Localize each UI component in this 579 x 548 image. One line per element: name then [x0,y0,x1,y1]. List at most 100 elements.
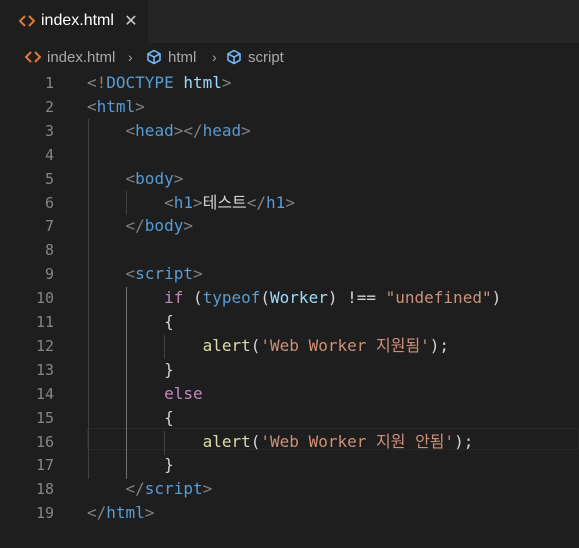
code-token: else [164,383,203,403]
breadcrumb-label: index.html [47,48,116,66]
code-token: { [164,407,174,427]
code-line[interactable]: } [87,453,174,477]
breadcrumb-label: html [168,48,197,66]
line-number: 3 [44,121,54,140]
code-token: </ [125,216,145,236]
code-line[interactable]: if (typeof(Worker) !== "undefined") [87,286,501,310]
tab-index-html[interactable]: index.html ✕ [0,0,148,43]
line-number: 16 [35,432,54,451]
code-token: > [192,264,203,284]
code-token: < [125,120,136,140]
line-number: 10 [35,289,54,308]
chevron-right-icon: › [212,49,217,65]
line-number: 6 [44,193,54,212]
html-icon [18,13,36,29]
code-token: ); [454,431,474,451]
code-token: <! [87,73,107,92]
code-token: > [221,73,232,92]
tab-label: index.html [41,12,114,29]
line-number: 9 [44,265,54,284]
code-line[interactable]: alert('Web Worker 지원 안됨'); [87,430,474,454]
chevron-right-icon: › [128,49,133,65]
html-icon [25,51,41,63]
breadcrumb-item-script[interactable]: script [226,47,284,67]
line-number: 4 [44,145,54,164]
code-token: head [135,120,174,140]
code-token: < [125,264,136,284]
code-token: body [135,168,174,188]
code-token: Worker [270,288,328,308]
code-line[interactable]: <head></head> [87,119,251,143]
code-line[interactable]: alert('Web Worker 지원됨'); [87,334,449,358]
code-token: ); [429,335,450,355]
code-token: 테스트 [202,192,247,212]
line-number: 11 [35,313,54,331]
breadcrumb-item-file[interactable]: index.html [25,47,115,67]
code-token: ) [491,288,502,308]
symbol-structure-icon [147,49,161,65]
code-token: head [202,120,242,140]
code-line[interactable]: </body> [87,214,193,238]
code-token: h1 [266,192,286,212]
code-token: < [164,192,174,212]
line-number: 14 [35,384,54,403]
code-token: html [96,96,136,116]
line-number: 12 [35,336,54,355]
line-number: 13 [35,360,54,379]
breadcrumb-label: script [248,48,284,66]
breadcrumb-item-html[interactable]: html [146,47,196,67]
line-number: 19 [35,504,54,523]
code-token: ( [260,288,271,308]
code-line[interactable]: { [87,406,174,430]
line-number: 1 [44,74,54,92]
code-token: </ [87,503,107,523]
code-editor[interactable]: 1 2 3 4 5 6 7 8 9 10 11 12 13 14 15 16 17 18 19 <!DOCTYPE … [0,71,579,548]
code-token: 'Web Worker 지원 안됨' [260,431,455,451]
close-icon[interactable]: ✕ [124,12,138,30]
code-token: html [106,503,145,523]
code-line[interactable]: } [87,358,174,382]
code-token: DOCTYPE [106,73,174,92]
code-line[interactable]: <h1>테스트</h1> [87,191,295,215]
code-token: ( [250,431,261,451]
code-token: > [202,479,213,499]
code-line[interactable]: <!DOCTYPE html> [87,71,232,95]
editor-window: index.html ✕ index.html › html › script … [0,0,579,548]
line-number: 2 [44,97,54,116]
code-area[interactable]: <!DOCTYPE html> <html> <head></head> <bod… [87,71,579,548]
code-token: > [192,192,203,212]
line-number: 18 [35,480,54,499]
line-number: 17 [35,456,54,475]
code-line[interactable]: <script> [87,262,203,286]
code-token: < [87,96,97,116]
code-line[interactable]: <html> [87,95,145,119]
code-token: script [144,479,203,499]
code-token: > [173,168,184,188]
code-line[interactable]: </script> [87,477,213,501]
code-token: ( [250,335,261,355]
code-token: { [164,312,174,331]
code-token: } [164,455,174,475]
code-token: } [164,359,174,379]
code-line[interactable]: { [87,310,174,334]
code-token: </ [246,192,267,212]
code-token: > [135,96,145,116]
code-line[interactable]: else [87,382,203,406]
symbol-structure-icon [227,49,241,65]
code-line[interactable]: </html> [87,501,154,525]
code-token: body [144,216,184,236]
code-token: if [164,288,184,308]
code-line[interactable]: <body> [87,167,184,191]
